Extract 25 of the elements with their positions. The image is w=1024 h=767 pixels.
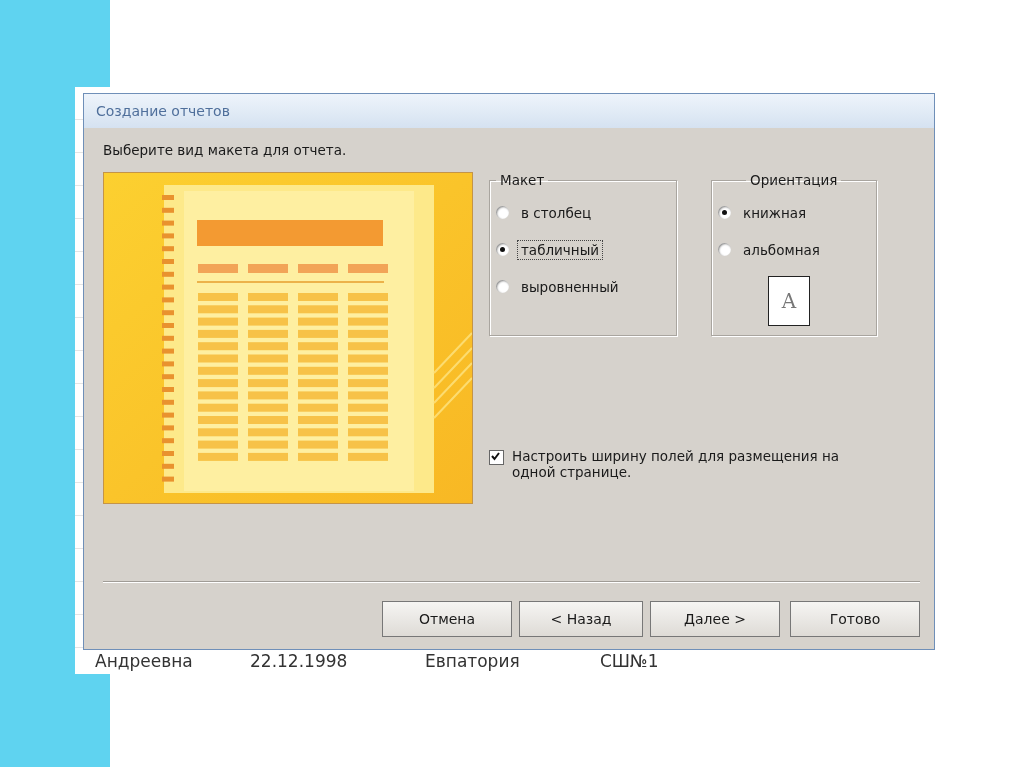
window-title: Создание отчетов [96, 103, 230, 119]
dialog-button[interactable]: < Назад [519, 601, 643, 637]
instruction-text: Выберите вид макета для отчета. [103, 142, 348, 158]
table-cell-text: Андреевна [94, 651, 194, 671]
radio-label[interactable]: альбомная [739, 239, 824, 260]
radio-label[interactable]: табличный [517, 239, 604, 260]
checkbox[interactable] [489, 450, 504, 465]
group-title: Макет [499, 172, 546, 188]
radio-label[interactable]: в столбец [517, 202, 596, 223]
radio-button[interactable] [496, 206, 509, 219]
table-cell-text: Евпатория [424, 651, 521, 671]
page-preview-icon: A [768, 276, 810, 326]
dialog-button[interactable]: Отмена [382, 601, 512, 637]
radio-button[interactable] [496, 280, 509, 293]
dialog-button[interactable]: Готово [790, 601, 920, 637]
radio-label[interactable]: книжная [739, 202, 811, 223]
radio-button[interactable] [718, 206, 731, 219]
radio-label[interactable]: выровненный [517, 276, 623, 297]
group-title: Ориентация [749, 172, 839, 188]
radio-button[interactable] [718, 243, 731, 256]
checkbox-label[interactable]: Настроить ширину полей для размещения на одной странице. [512, 448, 861, 480]
dialog-button[interactable]: Далее > [650, 601, 780, 637]
table-cell-text: СШ№1 [599, 651, 660, 671]
table-cell-text: 22.12.1998 [249, 651, 349, 671]
radio-button[interactable] [496, 243, 509, 256]
